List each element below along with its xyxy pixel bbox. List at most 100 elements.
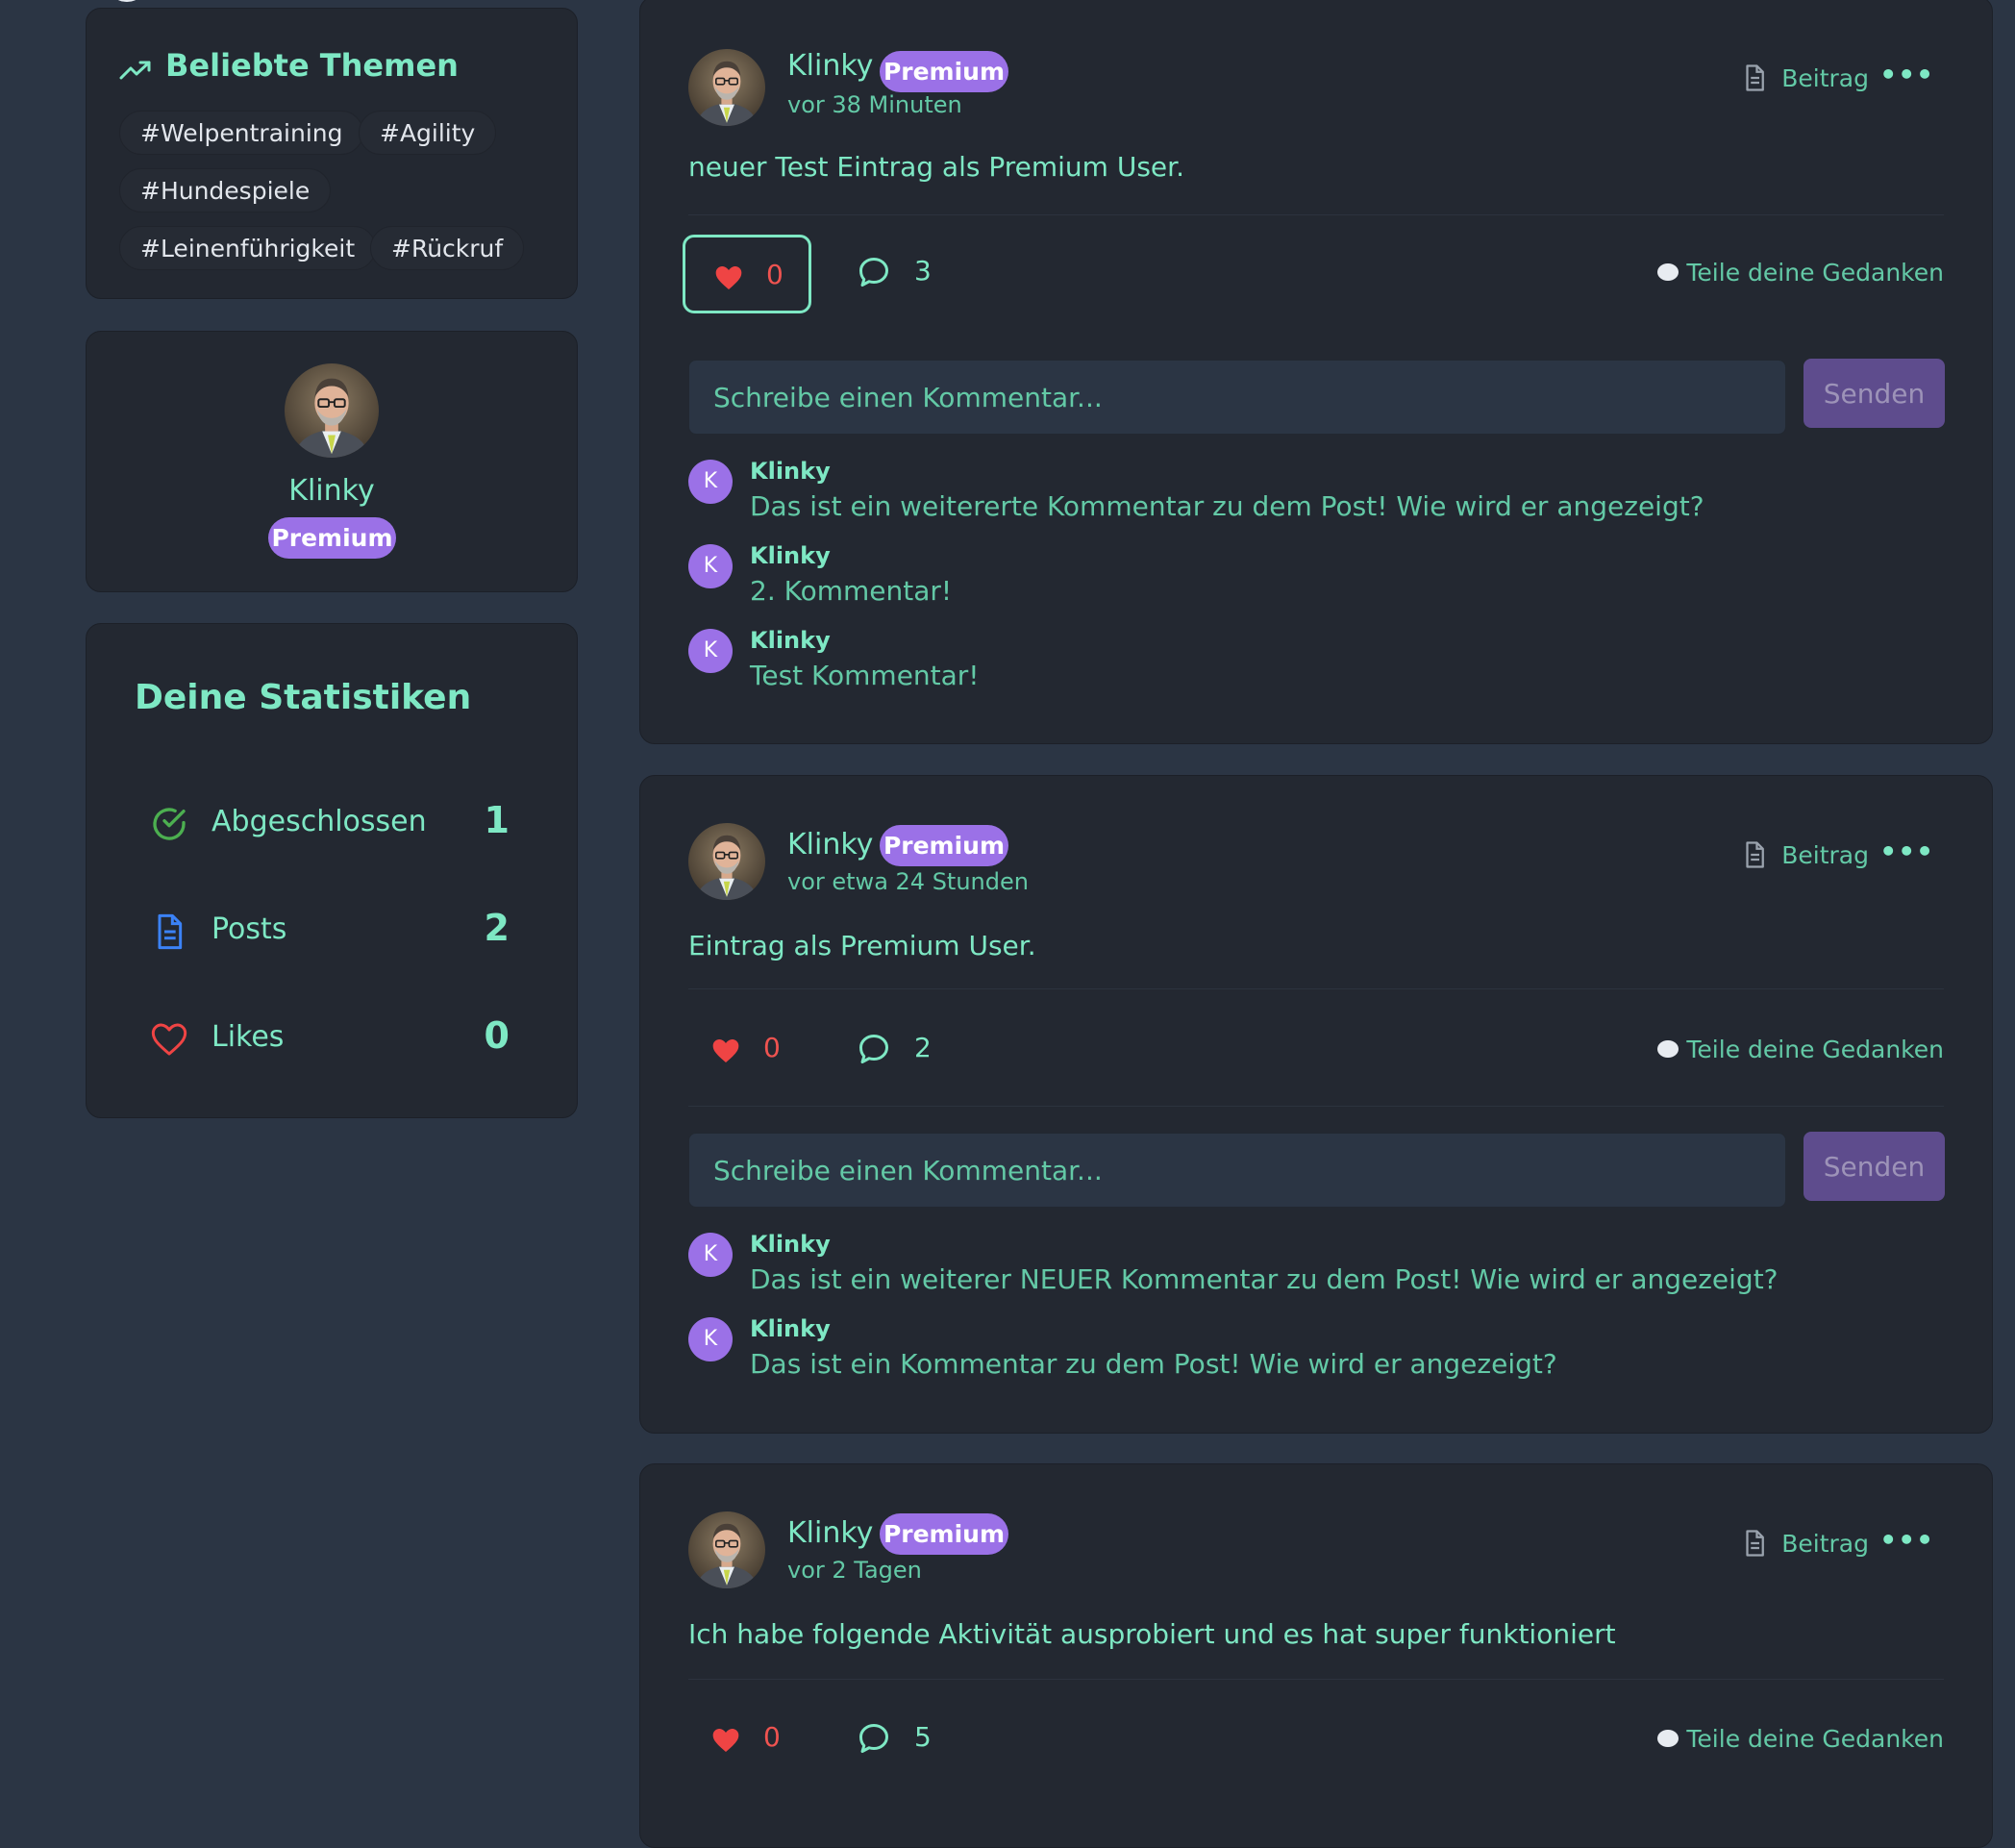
comment-count: 3 bbox=[914, 255, 932, 287]
heart-icon bbox=[712, 262, 745, 293]
comment-icon bbox=[857, 255, 891, 289]
profile-name[interactable]: Klinky bbox=[87, 474, 577, 508]
document-icon bbox=[1740, 839, 1769, 870]
more-options-button[interactable]: ••• bbox=[1879, 59, 1934, 90]
share-thoughts-label: Teile deine Gedanken bbox=[1686, 259, 1944, 287]
document-icon bbox=[1740, 1528, 1769, 1559]
post-type-label: Beitrag bbox=[1781, 841, 1869, 869]
divider bbox=[688, 988, 1944, 989]
topic-tag[interactable]: #Agility bbox=[359, 111, 497, 155]
speech-bubble-icon bbox=[1657, 1730, 1679, 1747]
post-type-label: Beitrag bbox=[1781, 64, 1869, 92]
share-thoughts-link[interactable]: Teile deine Gedanken bbox=[1657, 1725, 1944, 1753]
post-author[interactable]: Klinky bbox=[787, 828, 873, 862]
comment-item: K Klinky Das ist ein weiterer NEUER Komm… bbox=[688, 1231, 1938, 1310]
post-text: neuer Test Eintrag als Premium User. bbox=[688, 151, 1185, 183]
comment-author[interactable]: Klinky bbox=[750, 458, 831, 485]
like-count: 0 bbox=[763, 1721, 781, 1753]
comment-text: Das ist ein weitererte Kommentar zu dem … bbox=[750, 490, 1704, 522]
avatar-edge bbox=[106, 0, 148, 2]
like-count: 0 bbox=[763, 1032, 781, 1063]
speech-bubble-icon bbox=[1657, 1040, 1679, 1058]
send-button[interactable]: Senden bbox=[1804, 1132, 1945, 1201]
comment-avatar[interactable]: K bbox=[688, 1233, 733, 1277]
comment-button[interactable]: 5 bbox=[857, 1721, 932, 1760]
post-type-label: Beitrag bbox=[1781, 1530, 1869, 1558]
post-card: Klinky Premium vor 2 Tagen Beitrag ••• I… bbox=[639, 1463, 1993, 1848]
send-button[interactable]: Senden bbox=[1804, 359, 1945, 428]
document-icon bbox=[158, 913, 183, 950]
more-options-button[interactable]: ••• bbox=[1879, 1524, 1934, 1556]
topic-tag[interactable]: #Welpentraining bbox=[119, 111, 364, 155]
stat-value: 1 bbox=[484, 799, 510, 841]
stat-label: Likes bbox=[211, 1020, 285, 1054]
more-options-button[interactable]: ••• bbox=[1879, 836, 1934, 867]
stat-row-posts: Posts 2 bbox=[87, 901, 577, 959]
stat-label: Posts bbox=[211, 912, 287, 946]
comment-input[interactable] bbox=[688, 360, 1786, 435]
comment-author[interactable]: Klinky bbox=[750, 627, 831, 654]
premium-badge: Premium bbox=[880, 825, 1008, 866]
topic-tag[interactable]: #Hundespiele bbox=[119, 168, 332, 212]
comment-input[interactable] bbox=[688, 1133, 1786, 1208]
comment-count: 2 bbox=[914, 1032, 932, 1063]
premium-badge: Premium bbox=[880, 51, 1008, 92]
comment-button[interactable]: 2 bbox=[857, 1032, 932, 1070]
post-timestamp: vor 2 Tagen bbox=[787, 1557, 922, 1584]
comment-count: 5 bbox=[914, 1721, 932, 1753]
premium-badge: Premium bbox=[880, 1513, 1008, 1555]
stat-value: 0 bbox=[484, 1014, 510, 1057]
document-icon bbox=[1740, 62, 1769, 93]
comment-item: K Klinky Das ist ein Kommentar zu dem Po… bbox=[688, 1315, 1938, 1394]
comment-avatar[interactable]: K bbox=[688, 629, 733, 673]
like-button[interactable]: 0 bbox=[683, 1011, 811, 1089]
divider bbox=[688, 1679, 1944, 1680]
avatar[interactable] bbox=[688, 49, 765, 126]
comment-icon bbox=[857, 1721, 891, 1756]
popular-topics-card: Beliebte Themen #Welpentraining #Agility… bbox=[86, 8, 578, 299]
post-card: Klinky Premium vor 38 Minuten Beitrag ••… bbox=[639, 0, 1993, 744]
like-button[interactable]: 0 bbox=[683, 1700, 811, 1779]
comment-avatar[interactable]: K bbox=[688, 544, 733, 588]
comment-author[interactable]: Klinky bbox=[750, 1315, 831, 1342]
comment-text: Das ist ein weiterer NEUER Kommentar zu … bbox=[750, 1263, 1779, 1295]
topic-tag[interactable]: #Leinenführigkeit bbox=[119, 226, 377, 270]
comment-author[interactable]: Klinky bbox=[750, 542, 831, 569]
divider bbox=[688, 214, 1944, 215]
heart-outline-icon bbox=[151, 1023, 187, 1056]
comment-item: K Klinky Das ist ein weitererte Kommenta… bbox=[688, 458, 1938, 537]
stat-value: 2 bbox=[484, 907, 510, 949]
comment-avatar[interactable]: K bbox=[688, 1317, 733, 1361]
share-thoughts-link[interactable]: Teile deine Gedanken bbox=[1657, 259, 1944, 287]
comment-author[interactable]: Klinky bbox=[750, 1231, 831, 1258]
stat-row-likes: Likes 0 bbox=[87, 1009, 577, 1066]
post-author[interactable]: Klinky bbox=[787, 49, 873, 83]
stats-card: Deine Statistiken Abgeschlossen 1 Posts … bbox=[86, 623, 578, 1118]
stat-row-completed: Abgeschlossen 1 bbox=[87, 793, 577, 851]
trending-icon bbox=[119, 61, 151, 80]
speech-bubble-icon bbox=[1657, 263, 1679, 281]
share-thoughts-link[interactable]: Teile deine Gedanken bbox=[1657, 1036, 1944, 1063]
heart-icon bbox=[709, 1036, 742, 1066]
avatar[interactable] bbox=[285, 363, 379, 458]
post-text: Ich habe folgende Aktivität ausprobiert … bbox=[688, 1618, 1616, 1650]
like-button[interactable]: 0 bbox=[683, 235, 811, 313]
comment-text: Das ist ein Kommentar zu dem Post! Wie w… bbox=[750, 1348, 1557, 1380]
comment-avatar[interactable]: K bbox=[688, 460, 733, 504]
comment-item: K Klinky 2. Kommentar! bbox=[688, 542, 1938, 621]
heart-icon bbox=[709, 1725, 742, 1756]
comment-text: Test Kommentar! bbox=[750, 660, 980, 691]
share-thoughts-label: Teile deine Gedanken bbox=[1686, 1725, 1944, 1753]
profile-card: Klinky Premium bbox=[86, 331, 578, 592]
premium-badge: Premium bbox=[268, 517, 396, 559]
check-circle-icon bbox=[153, 808, 186, 840]
avatar[interactable] bbox=[688, 1511, 765, 1588]
post-card: Klinky Premium vor etwa 24 Stunden Beitr… bbox=[639, 775, 1993, 1434]
share-thoughts-label: Teile deine Gedanken bbox=[1686, 1036, 1944, 1063]
divider bbox=[688, 1106, 1944, 1107]
avatar[interactable] bbox=[688, 823, 765, 900]
topic-tag[interactable]: #Rückruf bbox=[370, 226, 525, 270]
comment-button[interactable]: 3 bbox=[857, 255, 932, 293]
post-author[interactable]: Klinky bbox=[787, 1516, 873, 1550]
popular-topics-title: Beliebte Themen bbox=[165, 47, 459, 84]
